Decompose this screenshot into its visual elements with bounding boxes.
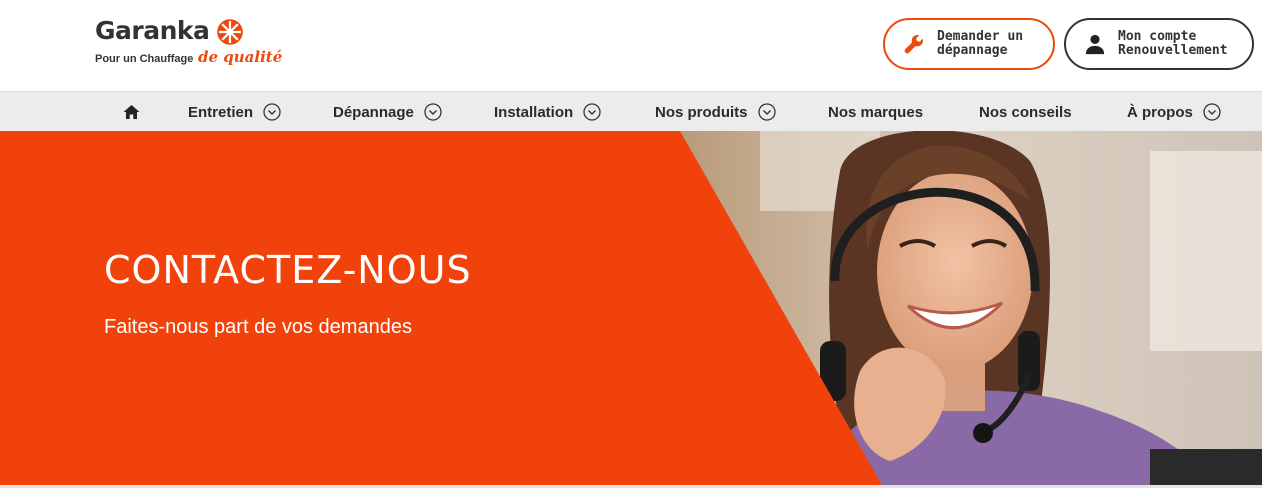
compte-line2: Renouvellement [1118,43,1228,58]
nav-label-depannage: Dépannage [333,103,414,121]
depannage-line1: Demander un [937,29,1024,44]
nav-installation[interactable]: Installation [494,92,601,132]
nav-a-propos[interactable]: À propos [1127,92,1221,132]
compte-line1: Mon compte [1118,29,1197,44]
chevron-down-icon [583,103,601,121]
nav-label-installation: Installation [494,103,574,121]
user-icon [1085,34,1105,55]
wrench-icon [904,34,924,54]
nav-label-nos-conseils: Nos conseils [979,103,1072,121]
chevron-down-icon [263,103,281,121]
hero-title: CONTACTEZ-NOUS [104,248,472,292]
chevron-down-icon [1203,103,1221,121]
garanka-logo[interactable]: Garanka Pour un Chauffage de qualité [95,16,295,68]
chevron-down-icon [757,103,776,121]
chevron-down-icon [424,103,442,121]
nav-label-nos-produits: Nos produits [655,103,748,121]
hero-subtitle: Faites-nous part de vos demandes [104,316,412,338]
nav-label-a-propos: À propos [1127,103,1193,121]
nav-home[interactable] [123,92,140,132]
hero-banner: CONTACTEZ-NOUS Faites-nous part de vos d… [0,131,1262,485]
depannage-button-label: Demander un dépannage [937,30,1023,58]
nav-label-entretien: Entretien [188,103,254,121]
nav-label-nos-marques: Nos marques [828,103,924,121]
logo-tagline-script: de qualité [198,48,283,66]
demander-depannage-button[interactable]: Demander un dépannage [883,18,1055,70]
depannage-line2: dépannage [937,43,1008,58]
compte-button-label: Mon compte Renouvellement [1118,30,1228,58]
nav-nos-produits[interactable]: Nos produits [655,92,776,132]
support-agent-photo [0,131,1262,485]
nav-entretien[interactable]: Entretien [188,92,281,132]
site-header: Garanka Pour un Chauffage de qualité Dem… [0,0,1262,91]
nav-nos-marques[interactable]: Nos marques [828,92,923,132]
nav-depannage[interactable]: Dépannage [333,92,442,132]
nav-nos-conseils[interactable]: Nos conseils [979,92,1072,132]
mon-compte-button[interactable]: Mon compte Renouvellement [1064,18,1254,70]
logo-wordmark: Garanka [95,16,210,45]
logo-tagline: Pour un Chauffage [95,53,194,65]
home-icon [123,105,140,119]
orange-wheel-icon [217,19,243,45]
main-navigation: Entretien Dépannage Installation Nos pro… [0,91,1262,131]
